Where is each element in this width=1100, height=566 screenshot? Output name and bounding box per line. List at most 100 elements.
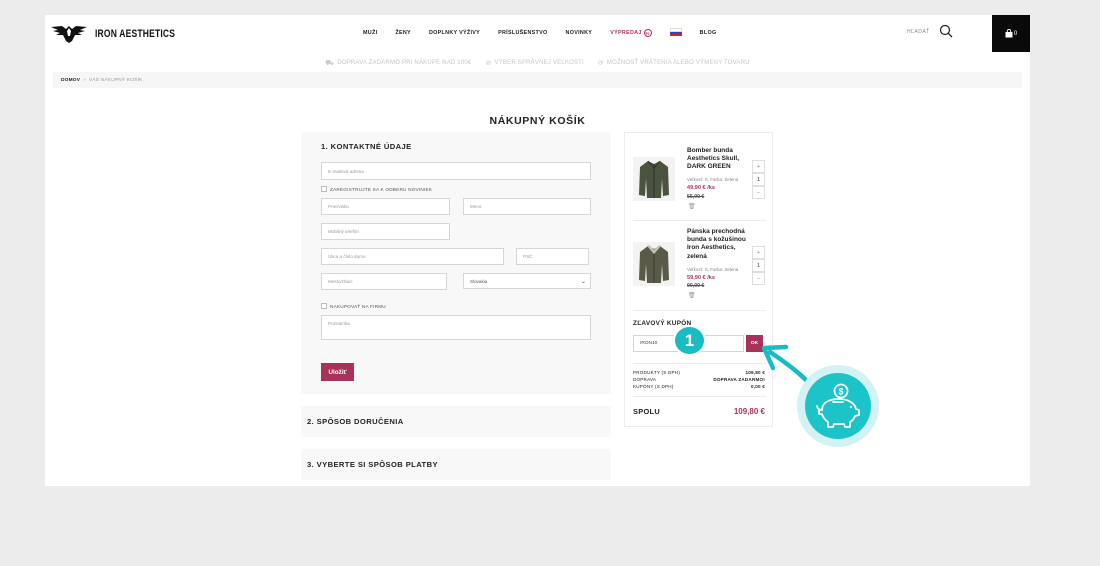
checkbox-box[interactable]	[321, 186, 327, 192]
trash-icon[interactable]: 🗑	[688, 292, 696, 299]
checkout-page: IRON AESTHETICS MUŽI ŽENY DOPLNKY VÝŽIVY…	[45, 15, 1030, 486]
cart-summary: Bomber bunda Aesthetics Skull, DARK GREE…	[624, 132, 773, 427]
phone-field[interactable]: Mobilný telefón	[321, 223, 450, 240]
name-field[interactable]: Meno	[463, 198, 591, 215]
summary-row-shipping: DOPRAVA DOPRAVA ZADARMO!	[633, 377, 765, 382]
piggy-bank-glyph: $	[816, 383, 860, 428]
nav-item-women[interactable]: ŽENY	[395, 29, 411, 37]
breadcrumb-separator: »	[83, 77, 86, 83]
surname-field[interactable]: Priezvisko	[321, 198, 450, 215]
summary-row-products: PRODUKTY (S DPH) 109,80 €	[633, 370, 765, 375]
usp-text: VÝBER SPRÁVNEJ VEĽKOSTI	[494, 60, 584, 66]
main-nav: MUŽI ŽENY DOPLNKY VÝŽIVY PRÍSLUŠENSTVO N…	[363, 28, 734, 37]
total-value: 109,80 €	[733, 407, 765, 416]
nav-item-men[interactable]: MUŽI	[363, 29, 377, 37]
payment-step-title: 3. VYBERTE SI SPÔSOB PLATBY	[307, 460, 438, 469]
note-field[interactable]: Poznámka	[321, 315, 591, 340]
nav-item-news[interactable]: NOVINKY	[566, 29, 593, 37]
breadcrumb: DOMOV » VÁŠ NÁKUPNÝ KOŠÍK	[53, 72, 1022, 88]
page-title: NÁKUPNÝ KOŠÍK	[45, 115, 1030, 127]
quantity-stepper[interactable]: + 1 −	[752, 160, 765, 199]
nav-item-sale[interactable]: VÝPREDAJ %	[610, 29, 652, 37]
summary-value: DOPRAVA ZADARMO!	[713, 377, 765, 382]
product-old-price: 55,00 €	[687, 194, 705, 200]
divider	[633, 220, 766, 221]
quantity-stepper[interactable]: + 1 −	[752, 246, 765, 285]
page-title-text: NÁKUPNÝ KOŠÍK	[489, 115, 586, 127]
site-header: IRON AESTHETICS MUŽI ŽENY DOPLNKY VÝŽIVY…	[45, 15, 1030, 52]
divider	[633, 363, 766, 364]
city-field[interactable]: Mesto/Obec	[321, 273, 447, 290]
nav-item-accessories[interactable]: PRÍSLUŠENSTVO	[498, 29, 547, 37]
minus-icon[interactable]: −	[752, 272, 765, 285]
cart-button[interactable]: 0	[992, 15, 1030, 52]
usp-returns: ⟳ MOŽNOSŤ VRÁTENIA ALEBO VÝMENY TOVARU	[598, 56, 750, 70]
jacket-image	[639, 245, 669, 283]
usp-free-shipping: ⛟ DOPRAVA ZADARMO PRI NÁKUPE NAD 100€	[325, 56, 471, 70]
slovak-flag-icon[interactable]	[669, 28, 682, 36]
delivery-step-title: 2. SPÔSOB DORUČENIA	[307, 417, 404, 426]
company-label: NAKUPOVAŤ NA FIRMU	[330, 303, 386, 309]
total-label: SPOLU	[633, 407, 660, 416]
product-price: 59,90 € /ks	[687, 275, 715, 281]
product-meta: Veľkosť: S, Farba: Zelená	[687, 267, 739, 272]
sale-percent-badge: %	[643, 29, 652, 37]
product-name[interactable]: Pánska prechodná bunda s kožušinou Iron …	[687, 228, 753, 261]
cart-item: Pánska prechodná bunda s kožušinou Iron …	[633, 228, 765, 303]
newsletter-label: ZAREGISTRUJTE SA K ODBERU NOVINIEK	[330, 186, 433, 192]
shopping-bag-icon	[1005, 29, 1013, 38]
country-value: Slovakia	[470, 278, 488, 284]
zip-field[interactable]: PSČ	[516, 248, 589, 265]
logo[interactable]: IRON AESTHETICS	[49, 22, 175, 44]
payment-step-panel[interactable]: 3. VYBERTE SI SPÔSOB PLATBY	[301, 449, 611, 480]
nav-item-sale-label: VÝPREDAJ	[610, 30, 642, 36]
coupon-ok-button[interactable]: OK	[746, 335, 763, 352]
summary-value: 0,00 €	[751, 384, 765, 389]
usp-bar: ⛟ DOPRAVA ZADARMO PRI NÁKUPE NAD 100€ ⊘ …	[45, 56, 1030, 70]
piggy-bank-icon: $	[805, 373, 871, 439]
jacket-image	[639, 160, 669, 198]
nav-item-blog[interactable]: BLOG	[700, 29, 717, 37]
summary-label: DOPRAVA	[633, 377, 657, 382]
checkbox-box[interactable]	[321, 303, 327, 309]
minus-icon[interactable]: −	[752, 186, 765, 199]
search-icon[interactable]	[939, 24, 953, 38]
divider	[633, 396, 766, 397]
cart-total: SPOLU 109,80 €	[633, 407, 765, 416]
step-number-badge: 1	[673, 325, 706, 356]
product-meta: Veľkosť: S, Farba: Zelená	[687, 177, 739, 182]
breadcrumb-current: VÁŠ NÁKUPNÝ KOŠÍK	[89, 77, 143, 83]
product-image[interactable]	[633, 157, 675, 201]
street-field[interactable]: Ulica a číslo domu	[321, 248, 504, 265]
usp-text: DOPRAVA ZADARMO PRI NÁKUPE NAD 100€	[337, 60, 472, 66]
save-button[interactable]: Uložiť	[321, 363, 354, 381]
email-field[interactable]: E-mailová adresa	[321, 162, 591, 180]
chevron-down-icon: ⌄	[580, 279, 586, 285]
product-image[interactable]	[633, 242, 675, 286]
newsletter-checkbox[interactable]: ZAREGISTRUJTE SA K ODBERU NOVINIEK	[321, 186, 432, 192]
quantity-value[interactable]: 1	[752, 259, 765, 272]
breadcrumb-home[interactable]: DOMOV	[61, 78, 80, 83]
summary-label: PRODUKTY (S DPH)	[633, 370, 681, 375]
usp-size-guide[interactable]: ⊘ VÝBER SPRÁVNEJ VEĽKOSTI	[485, 56, 583, 70]
divider	[633, 310, 766, 311]
summary-value: 109,80 €	[745, 370, 765, 375]
quantity-value[interactable]: 1	[752, 173, 765, 186]
return-icon: ⟳	[597, 60, 604, 67]
product-name[interactable]: Bomber bunda Aesthetics Skull, DARK GREE…	[687, 147, 753, 172]
trash-icon[interactable]: 🗑	[688, 203, 696, 210]
product-price: 49,90 € /ks	[687, 185, 715, 191]
cart-count: 0	[1013, 30, 1018, 37]
delivery-step-panel[interactable]: 2. SPÔSOB DORUČENIA	[301, 406, 611, 437]
nav-item-supplements[interactable]: DOPLNKY VÝŽIVY	[429, 29, 480, 37]
svg-text:$: $	[838, 387, 843, 397]
ruler-icon: ⊘	[485, 60, 492, 67]
company-checkbox[interactable]: NAKUPOVAŤ NA FIRMU	[321, 303, 386, 309]
country-select[interactable]: Slovakia ⌄	[463, 273, 591, 289]
search-label[interactable]: HĽADAŤ	[907, 29, 930, 35]
usp-text: MOŽNOSŤ VRÁTENIA ALEBO VÝMENY TOVARU	[606, 60, 750, 66]
logo-text: IRON AESTHETICS	[95, 26, 176, 40]
summary-row-coupons: KUPÓNY (S DPH) 0,00 €	[633, 384, 765, 389]
plus-icon[interactable]: +	[752, 160, 765, 173]
plus-icon[interactable]: +	[752, 246, 765, 259]
